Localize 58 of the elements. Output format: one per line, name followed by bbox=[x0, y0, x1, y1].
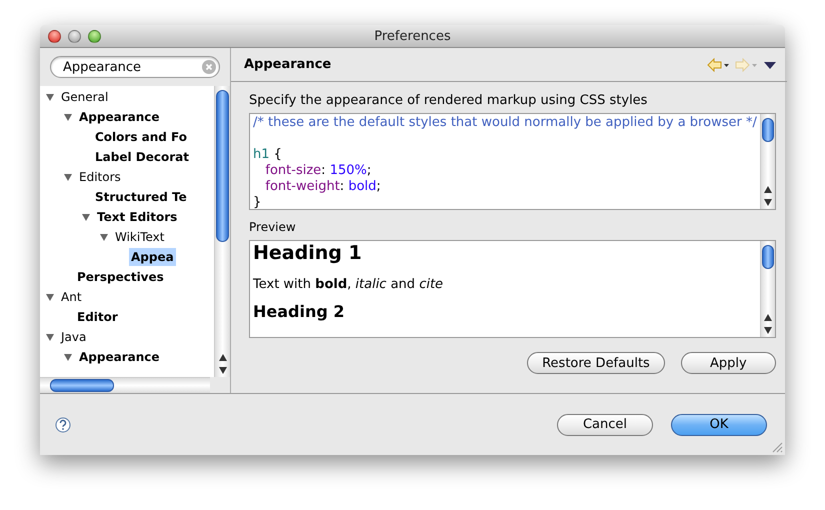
scroll-thumb[interactable] bbox=[216, 90, 229, 242]
tree-item[interactable]: Appearance bbox=[77, 108, 162, 126]
disclosure-triangle-icon[interactable] bbox=[64, 174, 72, 180]
code-line: font-size: 150%; bbox=[264, 163, 372, 179]
heading-text: Heading 1 bbox=[253, 241, 362, 265]
menu-icon[interactable] bbox=[762, 60, 777, 70]
scroll-thumb[interactable] bbox=[762, 245, 774, 269]
scroll-up-icon[interactable] bbox=[764, 186, 772, 193]
disclosure-triangle-icon[interactable] bbox=[46, 334, 54, 340]
minimize-icon[interactable] bbox=[68, 30, 81, 42]
code-line: } bbox=[253, 195, 262, 209]
window-title: Preferences bbox=[374, 28, 451, 44]
tree-item[interactable]: Structured Te bbox=[93, 188, 189, 206]
vertical-scrollbar[interactable] bbox=[214, 86, 230, 377]
tree-item[interactable]: WikiText bbox=[113, 228, 166, 246]
page-title: Appearance bbox=[244, 57, 332, 72]
css-editor[interactable]: /* these are the default styles that would normally be applied by a browser */ h1 { font-size: 150%; font-weight: bold; } bbox=[249, 113, 776, 210]
close-icon[interactable] bbox=[48, 30, 61, 42]
tree-item[interactable]: Ant bbox=[59, 288, 84, 306]
code-line: h1 { bbox=[253, 147, 282, 163]
tree-item[interactable]: Appearance bbox=[77, 348, 162, 366]
scroll-up-icon[interactable] bbox=[764, 314, 772, 321]
tree-item[interactable]: Editors bbox=[77, 168, 123, 186]
cancel-button[interactable]: Cancel bbox=[557, 414, 653, 436]
disclosure-triangle-icon[interactable] bbox=[46, 94, 54, 100]
scroll-down-icon[interactable] bbox=[764, 199, 772, 206]
horizontal-scrollbar[interactable] bbox=[40, 377, 210, 393]
scroll-down-icon[interactable] bbox=[218, 367, 226, 374]
disclosure-triangle-icon[interactable] bbox=[46, 294, 54, 300]
tree-item[interactable]: Perspectives bbox=[75, 268, 166, 286]
description-text: Specify the appearance of rendered markup using CSS styles bbox=[249, 92, 648, 109]
help-icon[interactable] bbox=[55, 416, 71, 432]
tree-item[interactable]: Java bbox=[59, 328, 88, 346]
apply-button[interactable]: Apply bbox=[680, 352, 776, 374]
preview-label: Preview bbox=[249, 220, 297, 234]
code-line: /* these are the default styles that would normally be applied by a browser */ bbox=[253, 115, 757, 132]
code-line: font-weight: bold; bbox=[264, 179, 381, 195]
scroll-up-icon[interactable] bbox=[218, 354, 226, 361]
ok-button[interactable]: OK bbox=[671, 414, 767, 436]
scroll-down-icon[interactable] bbox=[764, 327, 772, 334]
back-arrow-icon[interactable] bbox=[706, 58, 729, 72]
disclosure-triangle-icon[interactable] bbox=[64, 354, 72, 360]
paragraph-text: Text with bold, italic and cite bbox=[253, 277, 444, 292]
scroll-thumb[interactable] bbox=[762, 118, 774, 142]
filter-field[interactable]: Appearance bbox=[50, 56, 220, 78]
tree-item[interactable]: Editor bbox=[75, 308, 120, 326]
zoom-icon[interactable] bbox=[88, 30, 101, 42]
tree-item[interactable]: Text Editors bbox=[95, 208, 180, 226]
tree-item[interactable]: Colors and Fo bbox=[93, 128, 190, 146]
tree-item[interactable]: General bbox=[59, 88, 110, 106]
restore-defaults-button[interactable]: Restore Defaults bbox=[527, 352, 665, 374]
tree-item[interactable]: Label Decorat bbox=[93, 148, 191, 166]
tree-item[interactable]: Appea bbox=[129, 248, 176, 266]
disclosure-triangle-icon[interactable] bbox=[82, 214, 90, 220]
disclosure-triangle-icon[interactable] bbox=[64, 114, 72, 120]
resize-grip-icon[interactable] bbox=[771, 441, 783, 453]
disclosure-triangle-icon[interactable] bbox=[100, 234, 108, 240]
subheading-text: Heading 2 bbox=[253, 302, 345, 321]
